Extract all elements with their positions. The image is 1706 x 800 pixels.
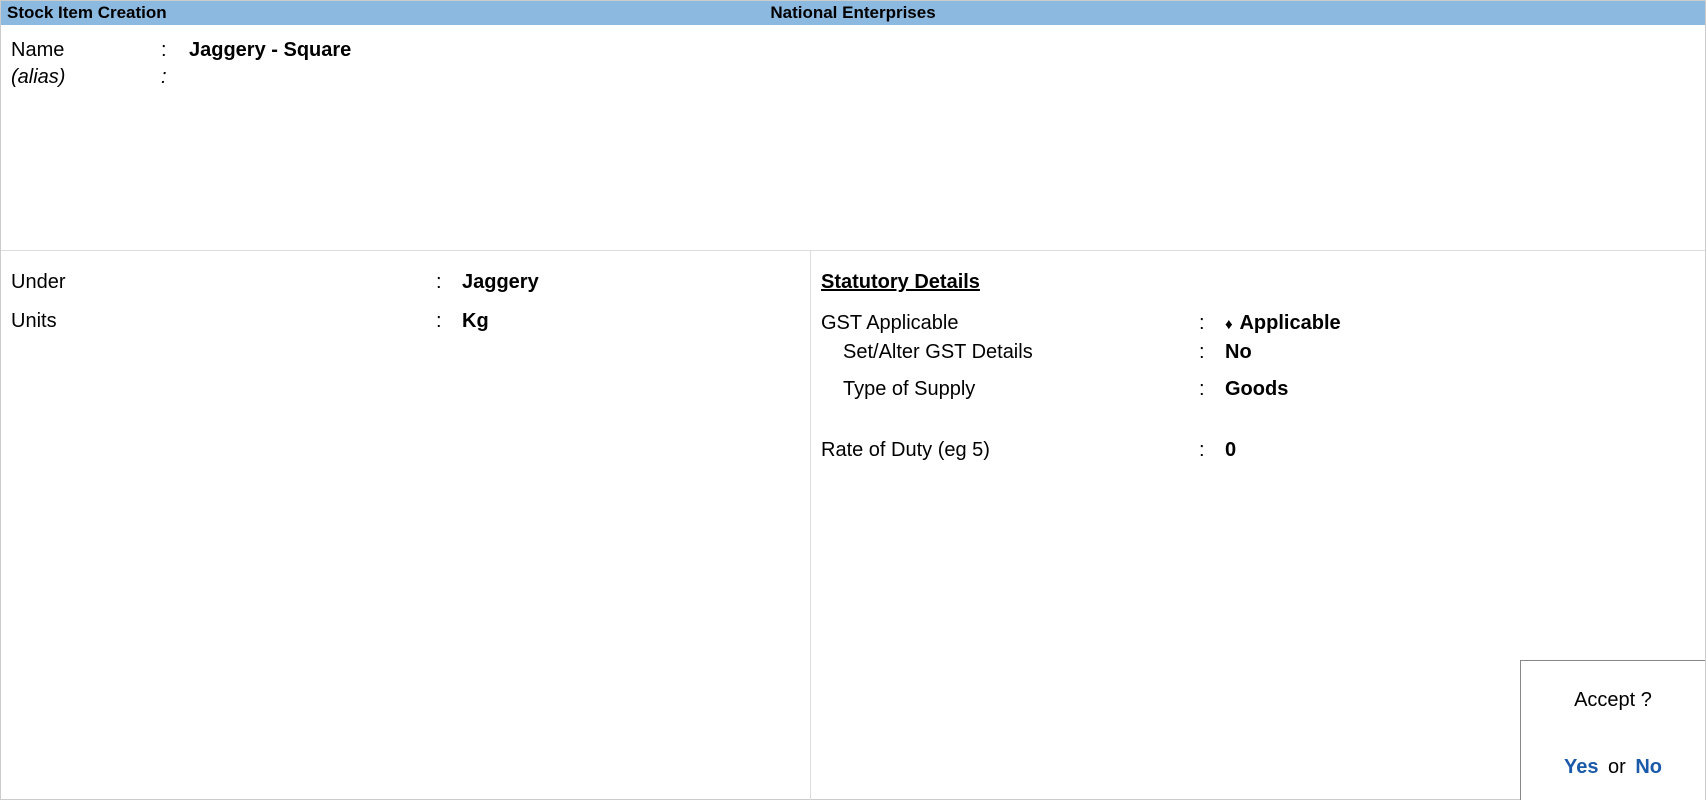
right-panel: Statutory Details GST Applicable : ♦ App… [811,251,1705,800]
name-field[interactable]: Jaggery - Square [189,39,351,62]
under-label: Under [11,271,436,294]
accept-no-button[interactable]: No [1635,756,1662,778]
name-label: Name [11,39,161,62]
accept-dialog: Accept ? Yes or No [1520,660,1705,800]
accept-yes-button[interactable]: Yes [1564,756,1598,778]
type-supply-row: Type of Supply : Goods [821,378,1705,401]
main-window: Stock Item Creation National Enterprises… [0,0,1706,800]
rate-duty-row: Rate of Duty (eg 5) : 0 [821,439,1705,462]
accept-or: or [1608,756,1626,778]
set-alter-label: Set/Alter GST Details [821,341,1199,364]
gst-applicable-label: GST Applicable [821,312,1199,335]
left-panel: Under : Jaggery Units : Kg [1,251,811,800]
rate-duty-field[interactable]: 0 [1225,439,1236,462]
screen-title: Stock Item Creation [1,3,167,23]
under-field[interactable]: Jaggery [462,271,539,294]
alias-row: (alias) : [11,66,1705,89]
type-supply-label: Type of Supply [821,378,1199,401]
statutory-heading: Statutory Details [821,271,1705,294]
gst-applicable-field[interactable]: ♦ Applicable [1225,312,1341,335]
gst-applicable-row: GST Applicable : ♦ Applicable [821,312,1705,335]
accept-question: Accept ? [1521,689,1705,712]
set-alter-row: Set/Alter GST Details : No [821,341,1705,364]
title-bar: Stock Item Creation National Enterprises [1,1,1705,25]
units-row: Units : Kg [11,310,810,333]
units-field[interactable]: Kg [462,310,489,333]
units-label: Units [11,310,436,333]
set-alter-field[interactable]: No [1225,341,1252,364]
alias-label: (alias) [11,66,161,89]
company-name: National Enterprises [770,3,935,23]
rate-duty-label: Rate of Duty (eg 5) [821,439,1199,462]
name-row: Name : Jaggery - Square [11,39,1705,62]
type-supply-field[interactable]: Goods [1225,378,1288,401]
under-row: Under : Jaggery [11,271,810,294]
body-section: Under : Jaggery Units : Kg Statutory Det… [1,250,1705,800]
diamond-icon: ♦ [1225,316,1233,333]
accept-actions: Yes or No [1521,756,1705,779]
name-section: Name : Jaggery - Square (alias) : [1,25,1705,250]
